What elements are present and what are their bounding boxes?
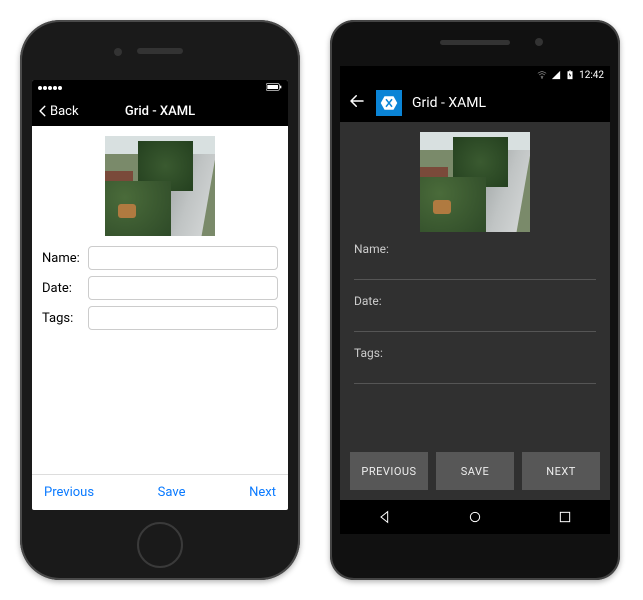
next-button[interactable]: Next (249, 485, 276, 500)
back-button[interactable] (348, 92, 366, 114)
nav-home-icon[interactable] (467, 509, 483, 525)
battery-icon (266, 83, 282, 94)
android-speaker (440, 40, 510, 45)
image-container (354, 128, 596, 242)
back-label: Back (50, 104, 79, 119)
name-label: Name: (42, 251, 88, 266)
xamarin-logo-icon (376, 90, 402, 116)
iphone-camera (114, 48, 122, 56)
android-device-frame: 12:42 Grid - XAML Name: (330, 20, 620, 580)
form-row-tags: Tags: (42, 306, 278, 330)
tags-label: Tags: (42, 311, 88, 326)
iphone-home-button[interactable] (137, 522, 183, 568)
iphone-screen: Back Grid - XAML Name: Date: (32, 80, 288, 510)
nav-back-icon[interactable] (377, 509, 393, 525)
battery-charging-icon (565, 70, 575, 80)
page-title: Grid - XAML (412, 95, 486, 111)
signal-dots-icon (38, 83, 63, 93)
iphone-device-frame: Back Grid - XAML Name: Date: (20, 20, 300, 580)
save-button[interactable]: Save (158, 485, 186, 500)
chevron-left-icon (36, 104, 50, 118)
date-label: Date: (42, 281, 88, 296)
photo-thumbnail (105, 136, 215, 236)
ios-nav-bar: Back Grid - XAML (32, 96, 288, 126)
wifi-icon (537, 70, 547, 80)
android-content: Name: Date: Tags: (340, 122, 610, 452)
name-label: Name: (354, 242, 596, 256)
next-button[interactable]: NEXT (522, 452, 600, 490)
android-camera (535, 38, 543, 46)
form-row-date: Date: (42, 276, 278, 300)
date-input[interactable] (88, 276, 278, 300)
previous-button[interactable]: Previous (44, 485, 94, 500)
name-input[interactable] (354, 260, 596, 280)
ios-bottom-toolbar: Previous Save Next (32, 474, 288, 510)
android-app-bar: Grid - XAML (340, 84, 610, 122)
form-row-name: Name: (42, 246, 278, 270)
android-screen: 12:42 Grid - XAML Name: (340, 66, 610, 534)
save-button[interactable]: SAVE (436, 452, 514, 490)
tags-input[interactable] (88, 306, 278, 330)
arrow-left-icon (348, 92, 366, 110)
android-status-bar: 12:42 (340, 66, 610, 84)
status-time: 12:42 (579, 70, 604, 81)
form-row-tags: Tags: (354, 346, 596, 384)
android-bottom-toolbar: PREVIOUS SAVE NEXT (340, 452, 610, 500)
android-nav-bar (340, 500, 610, 534)
nav-recent-icon[interactable] (557, 509, 573, 525)
date-label: Date: (354, 294, 596, 308)
signal-icon (551, 70, 561, 80)
tags-label: Tags: (354, 346, 596, 360)
name-input[interactable] (88, 246, 278, 270)
form-row-date: Date: (354, 294, 596, 332)
previous-button[interactable]: PREVIOUS (350, 452, 428, 490)
ios-status-bar (32, 80, 288, 96)
ios-content: Name: Date: Tags: (32, 126, 288, 474)
iphone-speaker (137, 48, 183, 54)
form-row-name: Name: (354, 242, 596, 280)
back-button[interactable]: Back (32, 104, 79, 119)
tags-input[interactable] (354, 364, 596, 384)
image-container (42, 132, 278, 246)
photo-thumbnail (420, 132, 530, 232)
date-input[interactable] (354, 312, 596, 332)
